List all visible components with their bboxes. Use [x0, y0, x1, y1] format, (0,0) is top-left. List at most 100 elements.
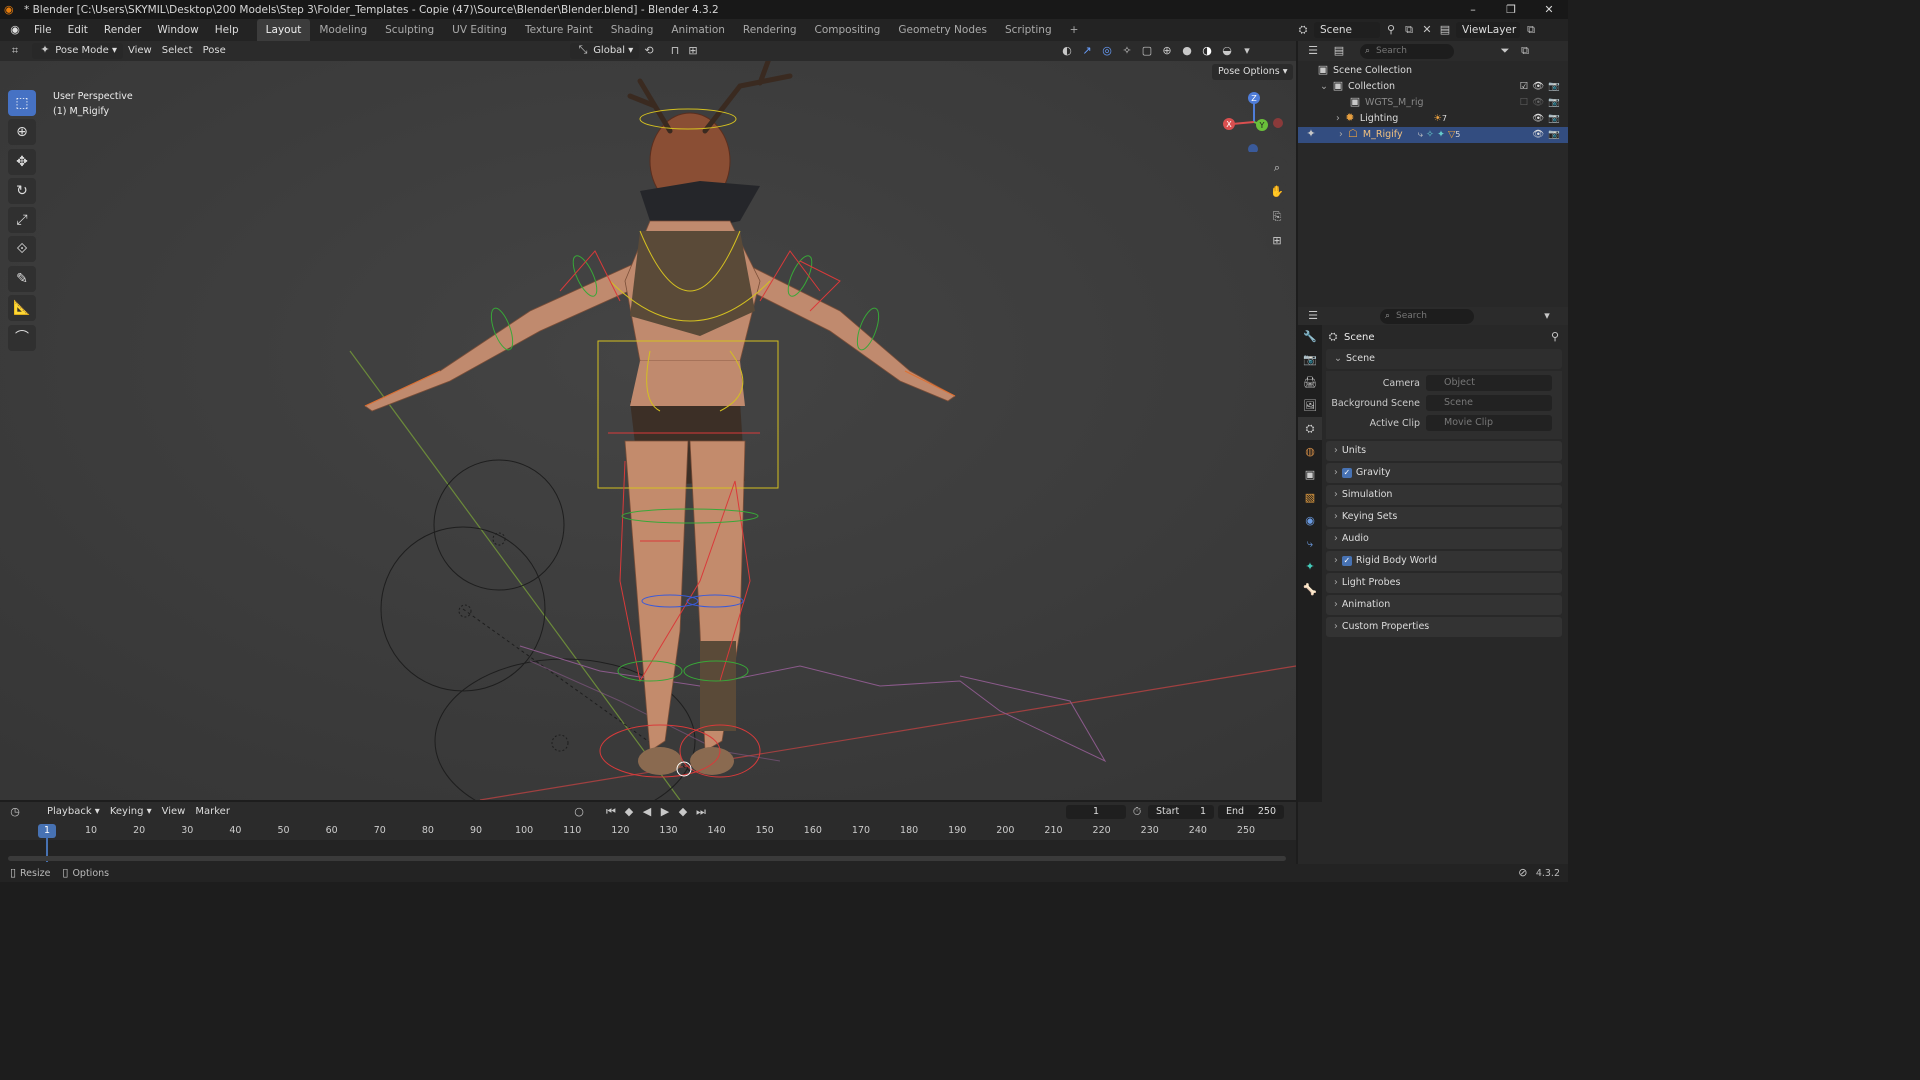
- timeline-scrollbar[interactable]: [8, 856, 1286, 861]
- outliner-editor-icon[interactable]: ☰: [1306, 44, 1320, 58]
- current-frame-input[interactable]: 1: [1066, 805, 1126, 819]
- camera-input[interactable]: Object: [1426, 375, 1552, 391]
- menu-keying[interactable]: Keying ▾: [105, 804, 157, 820]
- scale-tool[interactable]: ⤢: [8, 207, 36, 233]
- navigation-gizmo[interactable]: Z X Y: [1222, 88, 1286, 152]
- camera-view-icon[interactable]: ⎘: [1266, 206, 1288, 228]
- audio-panel[interactable]: › Audio: [1326, 529, 1562, 549]
- properties-search-input[interactable]: Search: [1380, 308, 1474, 324]
- light-probes-panel[interactable]: › Light Probes: [1326, 573, 1562, 593]
- visibility-eye-icon[interactable]: 👁: [1532, 111, 1544, 127]
- tab-geometry-nodes[interactable]: Geometry Nodes: [889, 19, 996, 41]
- tab-texture-paint[interactable]: Texture Paint: [516, 19, 602, 41]
- visibility-eye-icon[interactable]: 👁: [1532, 127, 1544, 143]
- pin-icon[interactable]: ⚲: [1384, 23, 1398, 37]
- animation-panel[interactable]: › Animation: [1326, 595, 1562, 615]
- material-shading-icon[interactable]: ◑: [1200, 44, 1214, 58]
- render-camera-icon[interactable]: 📷: [1548, 79, 1560, 95]
- rigid-body-checkbox[interactable]: ✓: [1341, 555, 1352, 566]
- delete-scene-icon[interactable]: ✕: [1420, 23, 1434, 37]
- outliner-item-wgts[interactable]: ▣ WGTS_M_rig ☐ 👁 📷: [1298, 95, 1568, 111]
- tool-tab-icon[interactable]: 🔧: [1298, 325, 1322, 348]
- background-scene-input[interactable]: Scene: [1426, 395, 1552, 411]
- tab-shading[interactable]: Shading: [602, 19, 663, 41]
- collection-tab-icon[interactable]: ▣: [1298, 463, 1322, 486]
- move-tool[interactable]: ✥: [8, 149, 36, 175]
- expand-icon[interactable]: ›: [1336, 113, 1340, 124]
- prev-keyframe-icon[interactable]: ◆: [622, 805, 636, 819]
- ortho-toggle-icon[interactable]: ⊞: [1266, 230, 1288, 252]
- wireframe-shading-icon[interactable]: ⊕: [1160, 44, 1174, 58]
- simulation-panel[interactable]: › Simulation: [1326, 485, 1562, 505]
- overlay-icon[interactable]: ◎: [1100, 44, 1114, 58]
- maximize-button[interactable]: ❐: [1492, 0, 1530, 19]
- new-view-layer-icon[interactable]: ⧉: [1524, 23, 1538, 37]
- jump-end-icon[interactable]: ⏭: [694, 805, 708, 819]
- tab-sculpting[interactable]: Sculpting: [376, 19, 443, 41]
- bone-overlay-icon[interactable]: ✧: [1120, 44, 1134, 58]
- rotate-tool[interactable]: ↻: [8, 178, 36, 204]
- visibility-eye-icon[interactable]: 👁: [1532, 79, 1544, 95]
- gravity-checkbox[interactable]: ✓: [1341, 467, 1352, 478]
- new-collection-icon[interactable]: ⧉: [1518, 44, 1532, 58]
- menu-window[interactable]: Window: [149, 19, 206, 41]
- start-frame-input[interactable]: Start 1: [1148, 805, 1214, 819]
- outliner-item-m-rigify[interactable]: ✦ › ☖ M_Rigify ⤷ ✧ ✦ ▽5 👁 📷: [1298, 127, 1568, 143]
- new-scene-icon[interactable]: ⧉: [1402, 23, 1416, 37]
- exclude-checkbox[interactable]: ☑: [1520, 79, 1529, 95]
- collapse-icon[interactable]: ⌄: [1320, 81, 1328, 92]
- menu-playback[interactable]: Playback ▾: [42, 804, 105, 820]
- annotate-tool[interactable]: ✎: [8, 266, 36, 292]
- transform-tool[interactable]: ⟐: [8, 236, 36, 262]
- menu-pose[interactable]: Pose: [198, 43, 231, 59]
- pan-hand-icon[interactable]: ✋: [1266, 181, 1288, 203]
- visibility-icon[interactable]: ◐: [1060, 44, 1074, 58]
- expand-icon[interactable]: ›: [1339, 129, 1343, 140]
- zoom-icon[interactable]: ⌕: [1266, 157, 1288, 179]
- physics-tab-icon[interactable]: ◉: [1298, 509, 1322, 532]
- outliner-scene-collection[interactable]: ▣ Scene Collection: [1298, 63, 1568, 79]
- menu-help[interactable]: Help: [207, 19, 247, 41]
- armature-tab-icon[interactable]: ✦: [1298, 555, 1322, 578]
- outliner-item-collection[interactable]: ⌄ ▣ Collection ☑ 👁 📷: [1298, 79, 1568, 95]
- menu-render[interactable]: Render: [96, 19, 149, 41]
- minimize-button[interactable]: –: [1454, 0, 1492, 19]
- object-tab-icon[interactable]: ▧: [1298, 486, 1322, 509]
- next-keyframe-icon[interactable]: ◆: [676, 805, 690, 819]
- preview-range-icon[interactable]: ⏱: [1130, 805, 1144, 819]
- transform-orientation[interactable]: ⤡ Global ▾: [570, 43, 640, 59]
- keying-sets-panel[interactable]: › Keying Sets: [1326, 507, 1562, 527]
- 3d-viewport[interactable]: User Perspective (1) M_Rigify ⬚ ⊕ ✥ ↻ ⤢ …: [0, 61, 1296, 800]
- blender-menu-icon[interactable]: ◉: [8, 23, 22, 37]
- tab-compositing[interactable]: Compositing: [806, 19, 890, 41]
- measure-tool[interactable]: 📐: [8, 295, 36, 321]
- auto-keying-icon[interactable]: ○: [572, 805, 586, 819]
- world-tab-icon[interactable]: ◍: [1298, 440, 1322, 463]
- filter-icon[interactable]: ⏷: [1498, 44, 1512, 58]
- pivot-icon[interactable]: ⟲: [642, 44, 656, 58]
- play-reverse-icon[interactable]: ◀: [640, 805, 654, 819]
- current-frame-marker[interactable]: 1: [38, 824, 56, 838]
- tab-rendering[interactable]: Rendering: [734, 19, 806, 41]
- tab-modeling[interactable]: Modeling: [310, 19, 376, 41]
- render-camera-icon[interactable]: 📷: [1548, 95, 1560, 111]
- menu-file[interactable]: File: [26, 19, 60, 41]
- pin-icon[interactable]: ⚲: [1548, 330, 1562, 344]
- display-mode-icon[interactable]: ▤: [1332, 44, 1346, 58]
- constraints-tab-icon[interactable]: ⤷: [1298, 532, 1322, 555]
- shading-options-icon[interactable]: ▾: [1240, 44, 1254, 58]
- view-layer-tab-icon[interactable]: 🖼: [1298, 394, 1322, 417]
- outliner-item-lighting[interactable]: › ✹ Lighting ☀7 👁 📷: [1298, 111, 1568, 127]
- gravity-panel[interactable]: › ✓ Gravity: [1326, 463, 1562, 483]
- jump-start-icon[interactable]: ⏮: [604, 805, 618, 819]
- xray-icon[interactable]: ▢: [1140, 44, 1154, 58]
- render-camera-icon[interactable]: 📷: [1548, 127, 1560, 143]
- visibility-eye-icon[interactable]: 👁: [1532, 95, 1544, 111]
- properties-editor-icon[interactable]: ☰: [1306, 309, 1320, 323]
- render-tab-icon[interactable]: 📷: [1298, 348, 1322, 371]
- active-clip-input[interactable]: Movie Clip: [1426, 415, 1552, 431]
- menu-timeline-view[interactable]: View: [157, 804, 191, 820]
- menu-select[interactable]: Select: [157, 43, 198, 59]
- outliner-search-input[interactable]: Search: [1360, 43, 1454, 59]
- frame-ruler[interactable]: 10 20 30 40 50 60 70 80 90 100 110 120 130 140 150 160 1…: [0, 822, 1296, 840]
